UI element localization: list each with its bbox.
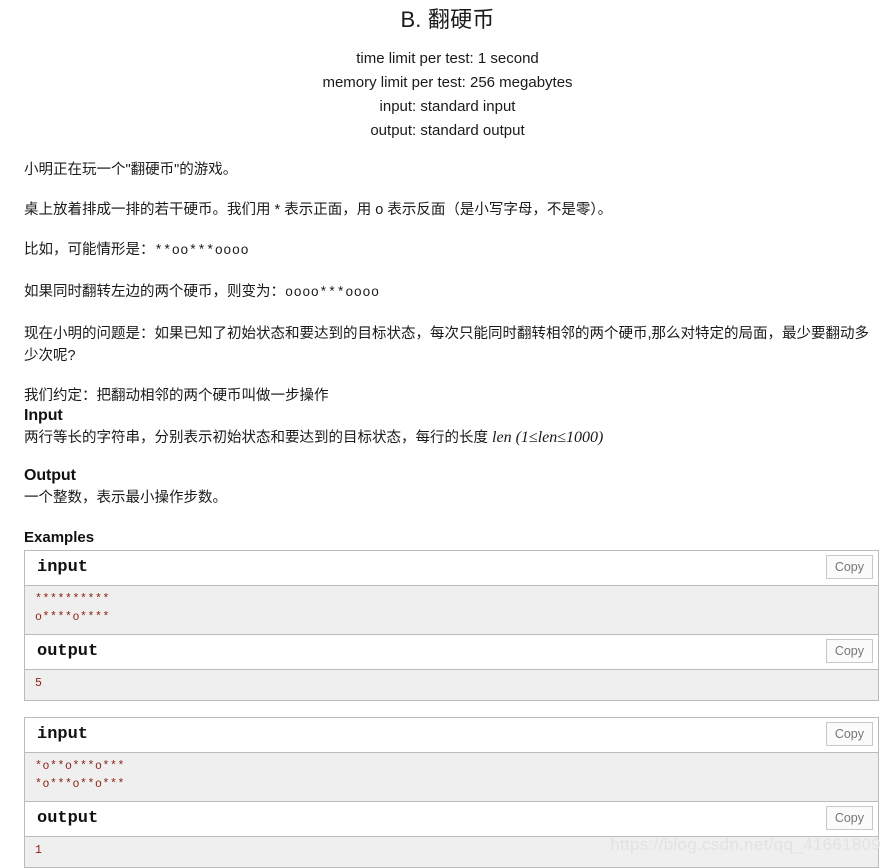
- output-section: Output 一个整数，表示最小操作步数。: [0, 467, 895, 509]
- statement-paragraph-2: 桌上放着排成一排的若干硬币。我们用 * 表示正面，用 o 表示反面（是小写字母，…: [24, 201, 613, 218]
- problem-header: B. 翻硬币 time limit per test: 1 second mem…: [0, 0, 895, 143]
- copy-button-sample-2-output[interactable]: Copy: [825, 805, 873, 830]
- time-limit-line: time limit per test: 1 second: [356, 49, 539, 67]
- examples-heading: Examples: [24, 528, 95, 546]
- statement-paragraph-1: 小明正在玩一个"翻硬币"的游戏。: [24, 161, 238, 178]
- statement-paragraph-6: 我们约定：把翻动相邻的两个硬币叫做一步操作: [24, 387, 329, 404]
- input-section-body: 两行等长的字符串，分别表示初始状态和要达到的目标状态，每行的长度 len (1≤…: [24, 427, 879, 449]
- math-lower-bound: 1: [520, 428, 529, 446]
- math-len-variable: len: [492, 428, 512, 446]
- statement-paragraph-4: 如果同时翻转左边的两个硬币，则变为：oooo***oooo: [24, 281, 879, 305]
- sample-1-input-header: input Copy: [25, 550, 878, 585]
- page-title: B. 翻硬币: [400, 7, 495, 32]
- coin-example-flipped: oooo***oooo: [285, 285, 380, 301]
- sample-1-input-label: input: [37, 557, 89, 577]
- sample-1-output-header: output Copy: [25, 633, 878, 669]
- sample-1-input-text: ********** o****o****: [25, 584, 878, 634]
- sample-2-input-header: input Copy: [25, 717, 878, 752]
- sample-2-output-label: output: [37, 808, 99, 828]
- examples-section: Examples input Copy ********** o****o***…: [0, 529, 895, 868]
- sample-2-input-text: *o**o***o*** *o***o**o***: [25, 751, 878, 801]
- math-leq-first: ≤: [528, 428, 538, 446]
- input-section-heading: Input: [24, 406, 63, 424]
- sample-test-1: input Copy ********** o****o**** output …: [24, 549, 879, 701]
- sample-1-output-text: 5: [25, 668, 878, 700]
- math-paren-close: ): [598, 428, 604, 446]
- copy-button-sample-1-output[interactable]: Copy: [825, 638, 873, 663]
- copy-button-sample-2-input[interactable]: Copy: [825, 721, 873, 746]
- output-section-heading: Output: [24, 466, 76, 484]
- sample-2-output-header: output Copy: [25, 800, 878, 836]
- input-section: Input 两行等长的字符串，分别表示初始状态和要达到的目标状态，每行的长度 l…: [0, 407, 895, 449]
- sample-1-output-label: output: [37, 641, 99, 661]
- output-section-body: 一个整数，表示最小操作步数。: [24, 489, 227, 506]
- math-leq-second: ≤: [557, 428, 567, 446]
- input-description-text: 两行等长的字符串，分别表示初始状态和要达到的目标状态，每行的长度: [24, 429, 493, 446]
- copy-button-sample-1-input[interactable]: Copy: [825, 554, 873, 579]
- output-spec-line: output: standard output: [370, 121, 525, 139]
- math-upper-bound: 1000: [566, 428, 599, 446]
- input-spec-line: input: standard input: [379, 97, 516, 115]
- sample-2-output-text: 1: [25, 835, 878, 867]
- sample-2-input-label: input: [37, 724, 89, 744]
- coin-example-initial: **oo***oooo: [154, 243, 250, 259]
- statement-paragraph-5: 现在小明的问题是：如果已知了初始状态和要达到的目标状态，每次只能同时翻转相邻的两…: [24, 325, 870, 364]
- statement-paragraph-3: 比如，可能情形是：**oo***oooo: [24, 239, 879, 263]
- memory-limit-line: memory limit per test: 256 megabytes: [322, 73, 573, 91]
- math-len-inner: len: [537, 428, 558, 446]
- example-intro-text: 比如，可能情形是：: [24, 241, 155, 258]
- flip-intro-text: 如果同时翻转左边的两个硬币，则变为：: [24, 283, 285, 300]
- sample-test-2: input Copy *o**o***o*** *o***o**o*** out…: [24, 716, 879, 868]
- problem-statement: 小明正在玩一个"翻硬币"的游戏。 桌上放着排成一排的若干硬币。我们用 * 表示正…: [0, 159, 895, 407]
